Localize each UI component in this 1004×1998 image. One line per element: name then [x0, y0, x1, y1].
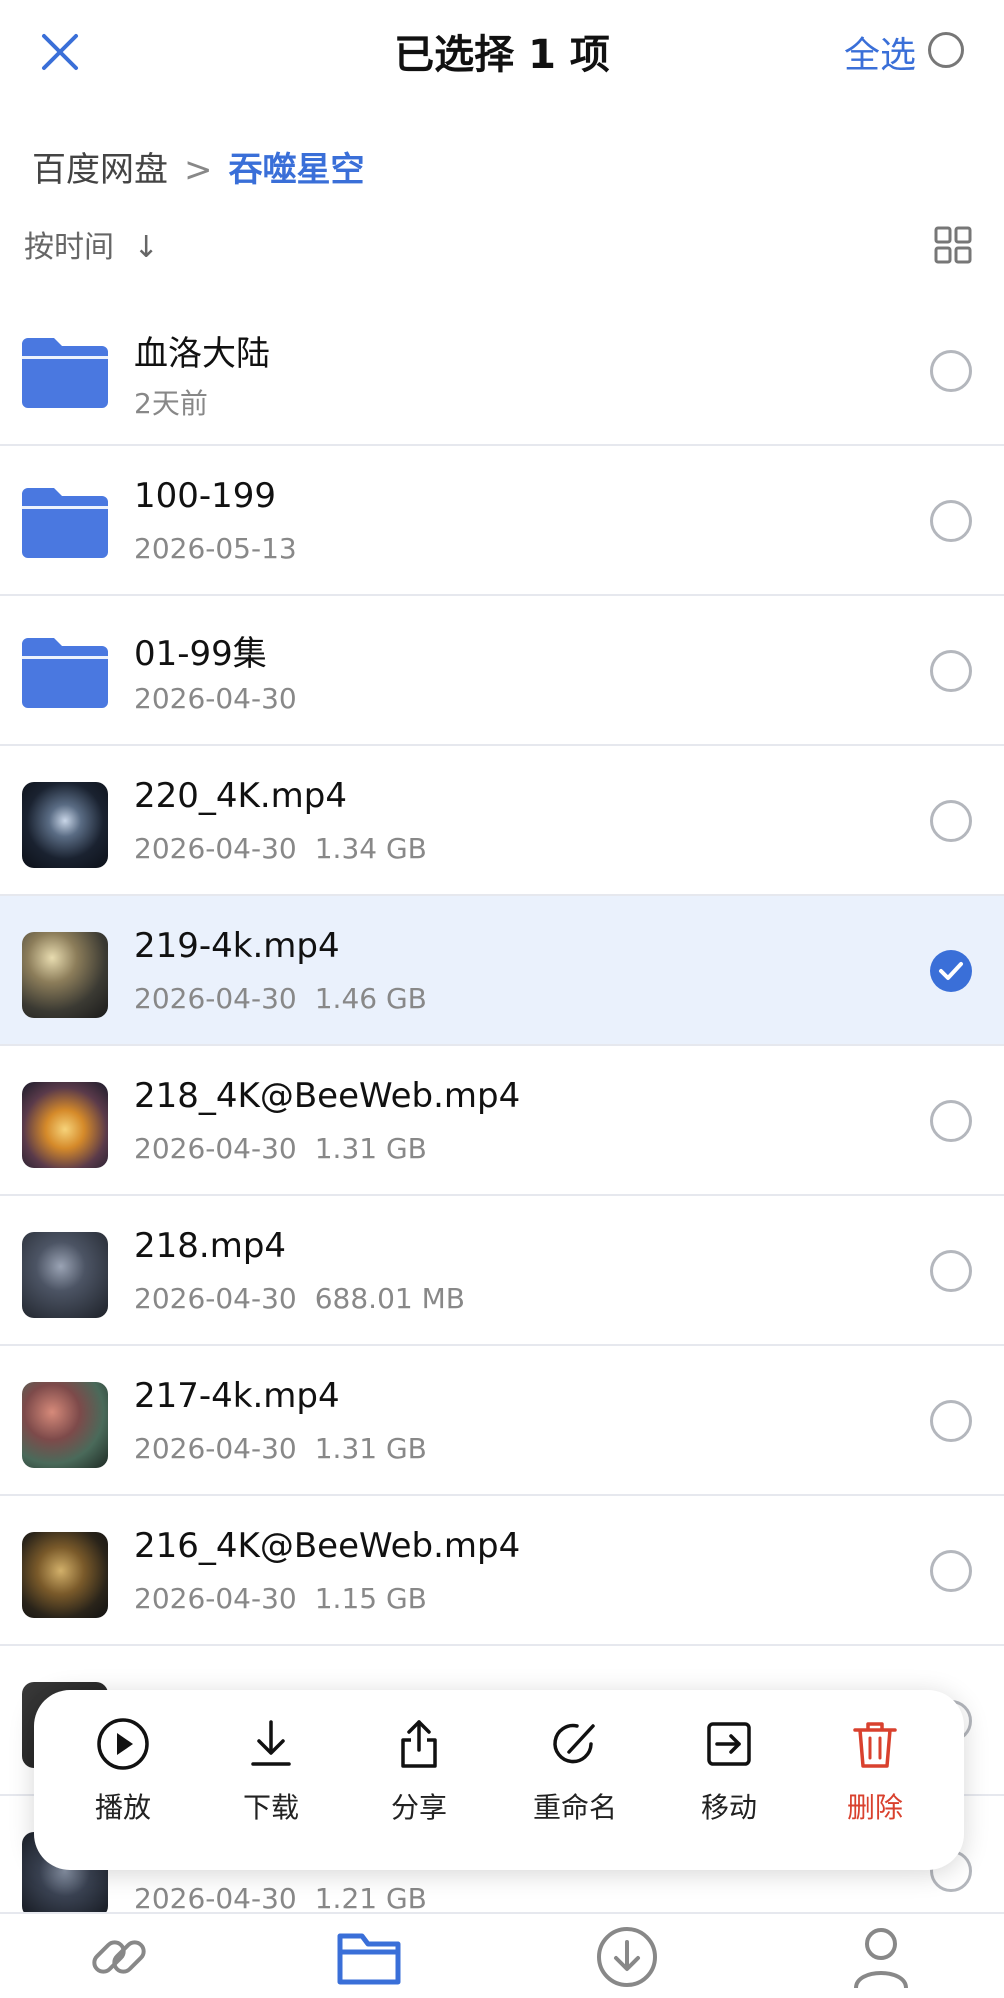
file-meta: 2026-05-13: [134, 532, 297, 565]
file-date: 2026-04-30: [134, 1282, 297, 1315]
grid-view-icon[interactable]: [934, 226, 972, 264]
file-date: 2026-04-30: [134, 1432, 297, 1465]
file-date: 2天前: [134, 387, 208, 420]
breadcrumb: 百度网盘 > 吞噬星空: [32, 142, 365, 191]
file-name: 217-4k.mp4: [134, 1376, 340, 1416]
folder-row[interactable]: 血洛大陆 2天前: [0, 296, 1004, 446]
rename-button[interactable]: 重命名: [510, 1716, 640, 1826]
move-icon: [707, 1722, 751, 1766]
checkbox-icon[interactable]: [930, 500, 972, 542]
file-meta: 2026-04-30 1.31 GB: [134, 1432, 427, 1465]
play-button[interactable]: 播放: [58, 1716, 188, 1826]
file-size: 1.34 GB: [314, 832, 427, 865]
file-size: 1.31 GB: [314, 1132, 427, 1165]
rename-label: 重命名: [532, 1791, 617, 1824]
file-meta: 2026-04-30 1.46 GB: [134, 982, 427, 1015]
file-name: 218.mp4: [134, 1226, 287, 1266]
delete-label: 删除: [846, 1791, 903, 1824]
checkbox-icon[interactable]: [930, 1400, 972, 1442]
sort-button[interactable]: 按时间 ↓: [24, 222, 159, 266]
file-row[interactable]: 217-4k.mp4 2026-04-30 1.31 GB: [0, 1346, 1004, 1496]
download-button[interactable]: 下载: [206, 1716, 336, 1826]
share-button[interactable]: 分享: [354, 1716, 484, 1826]
file-row[interactable]: 218_4K@BeeWeb.mp4 2026-04-30 1.31 GB: [0, 1046, 1004, 1196]
link-icon[interactable]: [84, 1922, 154, 1992]
checkbox-icon[interactable]: [930, 1550, 972, 1592]
file-date: 2026-04-30: [134, 682, 297, 715]
checkbox-icon[interactable]: [930, 1250, 972, 1292]
sort-label: 按时间: [24, 230, 114, 265]
file-row[interactable]: 218.mp4 2026-04-30 688.01 MB: [0, 1196, 1004, 1346]
download-icon: [251, 1720, 291, 1766]
move-button[interactable]: 移动: [664, 1716, 794, 1826]
folder-icon: [22, 638, 108, 708]
video-thumbnail: [22, 1382, 108, 1468]
file-meta: 2026-04-30 1.15 GB: [134, 1582, 427, 1615]
folder-row[interactable]: 01-99集 2026-04-30: [0, 596, 1004, 746]
checkbox-icon[interactable]: [930, 800, 972, 842]
share-label: 分享: [390, 1791, 447, 1824]
file-row[interactable]: 216_4K@BeeWeb.mp4 2026-04-30 1.15 GB: [0, 1496, 1004, 1646]
breadcrumb-root[interactable]: 百度网盘: [32, 150, 168, 190]
file-meta: 2026-04-30 1.21 GB: [134, 1882, 427, 1915]
file-date: 2026-04-30: [134, 1882, 297, 1915]
video-thumbnail: [22, 932, 108, 1018]
file-name: 216_4K@BeeWeb.mp4: [134, 1526, 521, 1566]
file-size: 1.46 GB: [314, 982, 427, 1015]
file-name: 血洛大陆: [134, 334, 270, 374]
select-all-radio[interactable]: [928, 32, 964, 68]
checkbox-icon[interactable]: [930, 1100, 972, 1142]
action-bar: 播放 下载 分享 重命名 移动 删除: [34, 1690, 964, 1870]
file-name: 219-4k.mp4: [134, 926, 340, 966]
file-date: 2026-04-30: [134, 832, 297, 865]
bottom-tab-bar: [0, 1912, 1004, 1998]
file-meta: 2天前: [134, 382, 208, 422]
file-date: 2026-04-30: [134, 1582, 297, 1615]
top-bar: 已选择 1 项 全选: [0, 0, 1004, 104]
play-icon: [97, 1718, 149, 1770]
folder-icon[interactable]: [334, 1922, 404, 1992]
folder-row[interactable]: 100-199 2026-05-13: [0, 446, 1004, 596]
file-date: 2026-04-30: [134, 982, 297, 1015]
sort-arrow-icon: ↓: [133, 230, 159, 265]
file-meta: 2026-04-30 1.34 GB: [134, 832, 427, 865]
breadcrumb-current: 吞噬星空: [228, 150, 365, 190]
checkbox-icon[interactable]: [930, 650, 972, 692]
file-meta: 2026-04-30: [134, 682, 297, 715]
folder-icon: [22, 488, 108, 558]
play-label: 播放: [94, 1791, 151, 1824]
file-row[interactable]: 220_4K.mp4 2026-04-30 1.34 GB: [0, 746, 1004, 896]
file-row[interactable]: 219-4k.mp4 2026-04-30 1.46 GB: [0, 896, 1004, 1046]
file-name: 220_4K.mp4: [134, 776, 347, 816]
file-date: 2026-05-13: [134, 532, 297, 565]
share-icon: [401, 1720, 437, 1768]
trash-icon: [853, 1722, 897, 1768]
breadcrumb-separator: >: [184, 150, 213, 190]
download-circle-icon[interactable]: [592, 1922, 662, 1992]
rename-icon: [553, 1723, 595, 1764]
person-icon[interactable]: [846, 1922, 916, 1992]
video-thumbnail: [22, 1082, 108, 1168]
file-date: 2026-04-30: [134, 1132, 297, 1165]
file-size: 1.15 GB: [314, 1582, 427, 1615]
file-size: 1.21 GB: [314, 1882, 427, 1915]
file-size: 688.01 MB: [314, 1282, 465, 1315]
file-name: 100-199: [134, 476, 277, 516]
file-meta: 2026-04-30 1.31 GB: [134, 1132, 427, 1165]
folder-icon: [22, 338, 108, 408]
select-all-button[interactable]: 全选: [844, 26, 916, 78]
video-thumbnail: [22, 1232, 108, 1318]
video-thumbnail: [22, 782, 108, 868]
file-name: 218_4K@BeeWeb.mp4: [134, 1076, 521, 1116]
file-name: 01-99集: [134, 634, 267, 674]
file-size: 1.31 GB: [314, 1432, 427, 1465]
checkbox-icon[interactable]: [930, 350, 972, 392]
file-meta: 2026-04-30 688.01 MB: [134, 1282, 465, 1315]
delete-button[interactable]: 删除: [810, 1716, 940, 1826]
download-label: 下载: [242, 1791, 299, 1824]
move-label: 移动: [700, 1791, 757, 1824]
checkbox-checked-icon[interactable]: [930, 950, 972, 992]
video-thumbnail: [22, 1532, 108, 1618]
